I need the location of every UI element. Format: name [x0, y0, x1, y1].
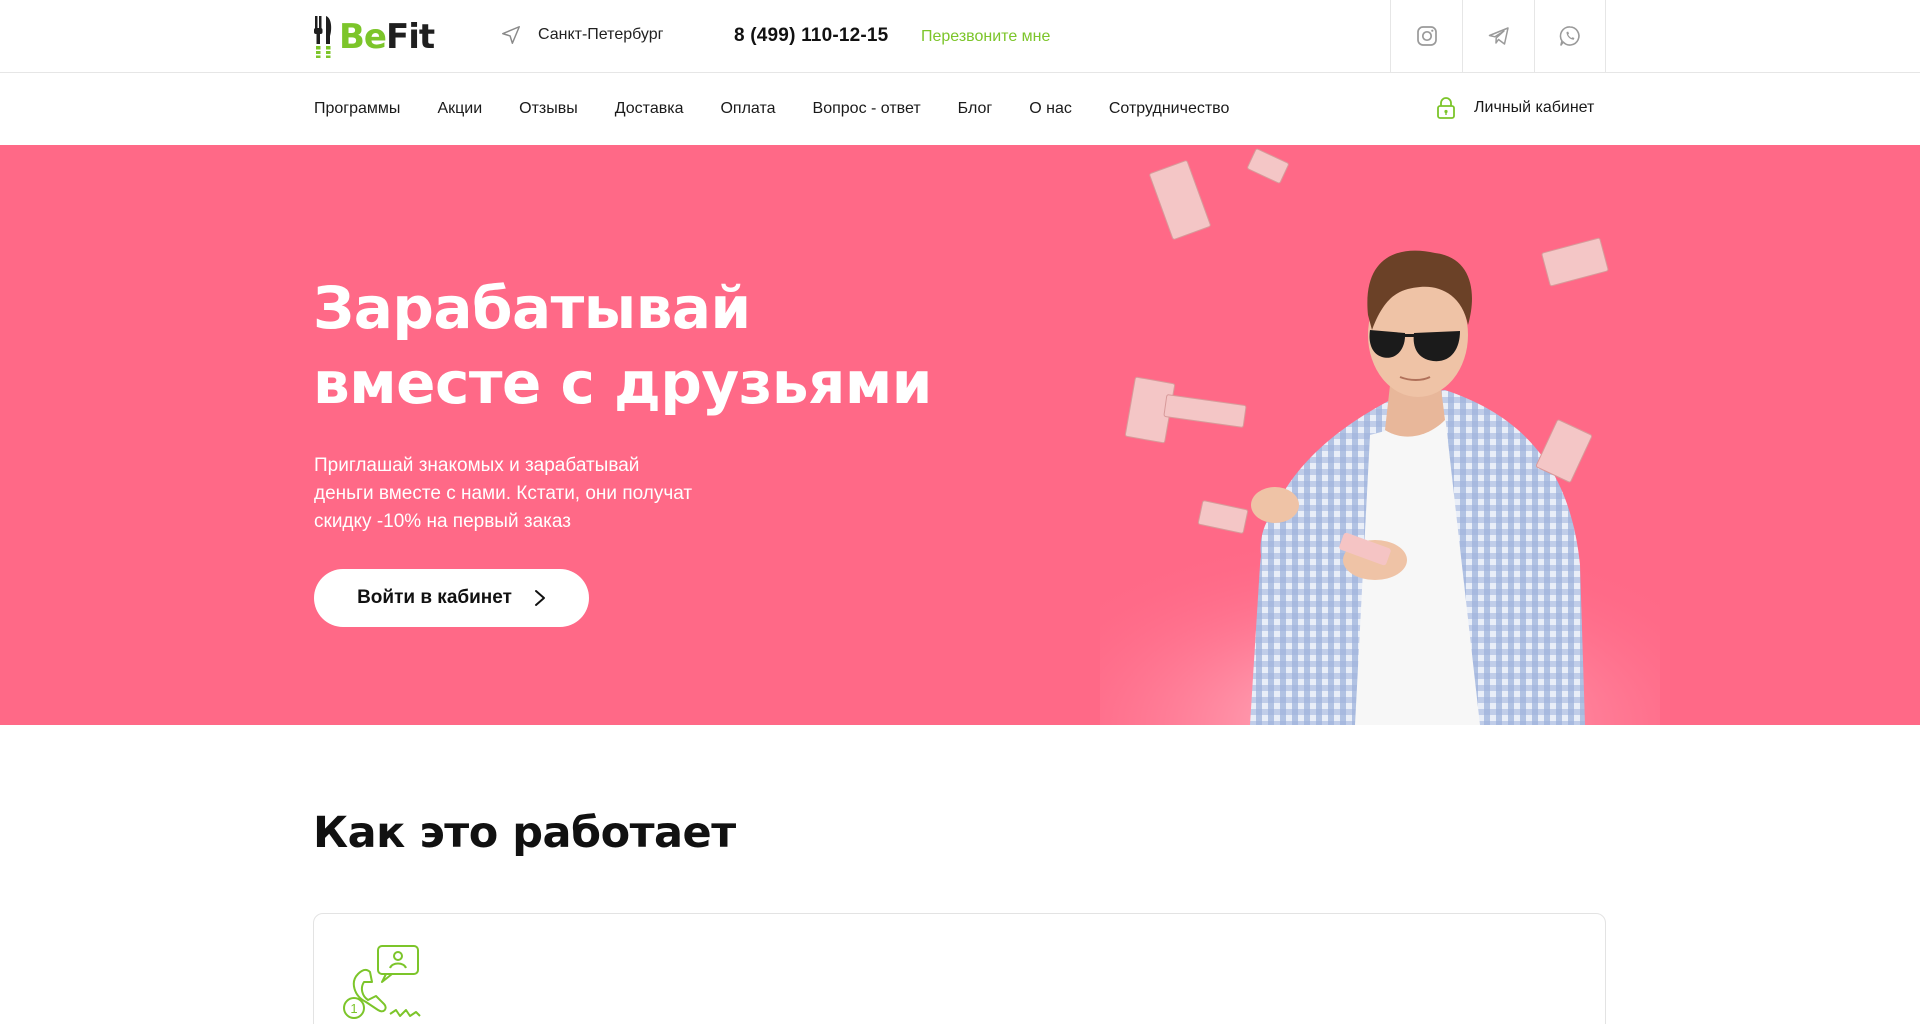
- top-bar: BeFit Санкт-Петербург 8 (499) 110-12-15 …: [0, 0, 1920, 73]
- nav-list: Программы Акции Отзывы Доставка Оплата В…: [314, 73, 1266, 145]
- hero-title-line-1: Зарабатывай: [313, 274, 751, 342]
- invite-friend-icon: 1: [343, 945, 421, 1019]
- city-selector[interactable]: Санкт-Петербург: [500, 24, 663, 46]
- whatsapp-icon: [1559, 26, 1580, 46]
- logo-text: BeFit: [339, 17, 435, 57]
- city-label: Санкт-Петербург: [538, 26, 664, 43]
- hero-title: Зарабатывай вместе с друзьями: [313, 271, 1013, 421]
- main-nav: Программы Акции Отзывы Доставка Оплата В…: [0, 73, 1920, 145]
- nav-item-faq[interactable]: Вопрос - ответ: [813, 100, 921, 118]
- location-arrow-icon: [502, 26, 520, 44]
- nav-item-partnership[interactable]: Сотрудничество: [1109, 100, 1230, 118]
- logo-text-be: Be: [339, 17, 387, 57]
- nav-item-delivery[interactable]: Доставка: [615, 100, 684, 118]
- how-it-works-title: Как это работает: [313, 808, 736, 858]
- fork-knife-logo-icon: [314, 16, 332, 58]
- instagram-button[interactable]: [1390, 0, 1462, 72]
- hero-description-line-3: скидку -10% на первый заказ: [314, 511, 571, 532]
- nav-item-promotions[interactable]: Акции: [437, 100, 482, 118]
- how-it-works-card: 1: [313, 913, 1606, 1024]
- account-label: Личный кабинет: [1474, 99, 1595, 116]
- telegram-button[interactable]: [1462, 0, 1534, 72]
- lock-icon: [1437, 97, 1455, 119]
- callback-link[interactable]: Перезвоните мне: [921, 28, 1050, 46]
- nav-item-about[interactable]: О нас: [1029, 100, 1072, 118]
- login-cabinet-button-label: Войти в кабинет: [357, 587, 512, 608]
- man-with-money-illustration: [1100, 148, 1660, 725]
- logo-text-fit: Fit: [385, 17, 435, 57]
- phone-number[interactable]: 8 (499) 110-12-15: [734, 25, 888, 47]
- login-cabinet-button[interactable]: Войти в кабинет: [314, 569, 589, 627]
- chevron-right-icon: [534, 590, 545, 606]
- nav-item-programs[interactable]: Программы: [314, 100, 400, 118]
- account-link[interactable]: Личный кабинет: [1436, 97, 1594, 119]
- step-badge-number: 1: [350, 1001, 357, 1016]
- hero-title-line-2: вместе с друзьями: [313, 349, 932, 417]
- instagram-icon: [1416, 26, 1437, 46]
- nav-item-payment[interactable]: Оплата: [720, 100, 775, 118]
- nav-item-reviews[interactable]: Отзывы: [519, 100, 578, 118]
- logo[interactable]: BeFit: [313, 15, 435, 59]
- nav-item-blog[interactable]: Блог: [958, 100, 993, 118]
- hero-description-line-1: Приглашай знакомых и зарабатывай: [314, 455, 640, 476]
- whatsapp-button[interactable]: [1534, 0, 1606, 72]
- telegram-icon: [1488, 27, 1509, 45]
- hero-description-line-2: деньги вместе с нами. Кстати, они получа…: [314, 483, 693, 504]
- hero-description: Приглашай знакомых и зарабатывай деньги …: [314, 452, 734, 536]
- hero-banner: Зарабатывай вместе с друзьями Приглашай …: [0, 145, 1920, 725]
